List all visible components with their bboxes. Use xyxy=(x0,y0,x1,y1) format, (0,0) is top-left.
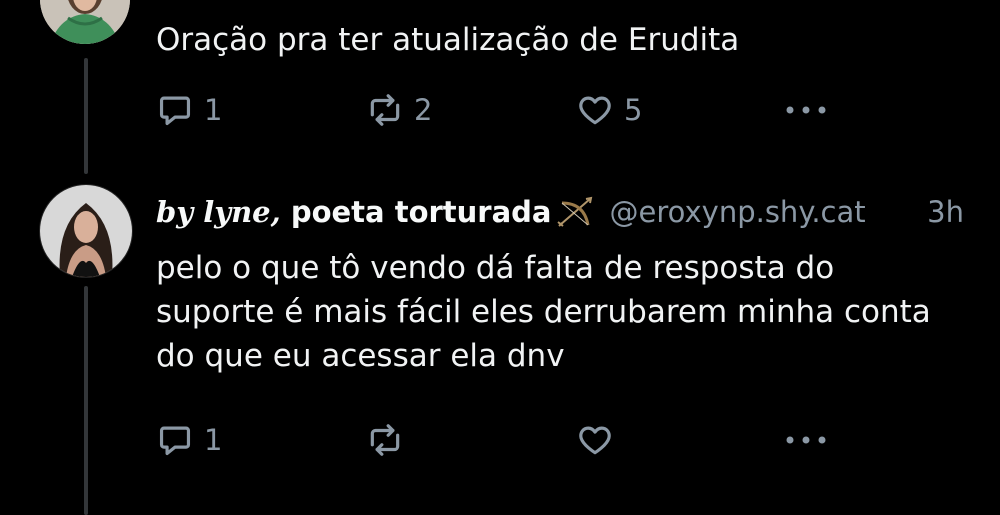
avatar[interactable] xyxy=(40,0,130,44)
retweet-icon xyxy=(370,94,400,126)
retweet-icon xyxy=(370,424,400,456)
tweet-header: by lyne, poeta torturada @eroxynp.shy.ca… xyxy=(156,188,986,236)
more-button[interactable] xyxy=(784,416,828,464)
reply-icon xyxy=(159,426,191,456)
reply-count: 1 xyxy=(204,423,223,457)
more-icon xyxy=(786,106,826,114)
avatar-photo xyxy=(40,185,132,277)
display-name-rest: poeta torturada xyxy=(280,195,552,229)
reply-button[interactable]: 1 xyxy=(156,416,222,464)
like-button[interactable] xyxy=(576,416,624,464)
user-handle[interactable]: @eroxynp.shy.cat xyxy=(610,195,866,229)
display-name[interactable]: by lyne, poeta torturada xyxy=(156,195,552,229)
more-icon xyxy=(786,436,826,444)
bow-and-arrow-icon xyxy=(556,196,592,227)
reply-icon xyxy=(159,96,191,126)
avatar[interactable] xyxy=(39,184,133,278)
retweet-count: 2 xyxy=(414,93,433,127)
tweet-actions: 1 2 5 xyxy=(156,86,836,134)
timestamp[interactable]: 3h xyxy=(927,195,964,229)
tweet-text: pelo o que tô vendo dá falta de resposta… xyxy=(156,250,931,374)
avatar-photo xyxy=(40,0,130,44)
partial-header xyxy=(214,0,254,4)
reply-count: 1 xyxy=(204,93,223,127)
thread-line xyxy=(84,286,88,515)
tweet-text: Oração pra ter atualização de Erudita xyxy=(156,22,740,58)
retweet-button[interactable] xyxy=(366,416,414,464)
like-button[interactable]: 5 xyxy=(576,86,642,134)
tweet-actions: 1 xyxy=(156,416,836,464)
reply-button[interactable]: 1 xyxy=(156,86,222,134)
retweet-button[interactable]: 2 xyxy=(366,86,432,134)
heart-icon xyxy=(579,96,611,125)
more-button[interactable] xyxy=(784,86,828,134)
thread-line xyxy=(84,58,88,174)
like-count: 5 xyxy=(624,93,643,127)
display-name-styled: by lyne, xyxy=(156,195,281,229)
heart-icon xyxy=(579,426,611,455)
